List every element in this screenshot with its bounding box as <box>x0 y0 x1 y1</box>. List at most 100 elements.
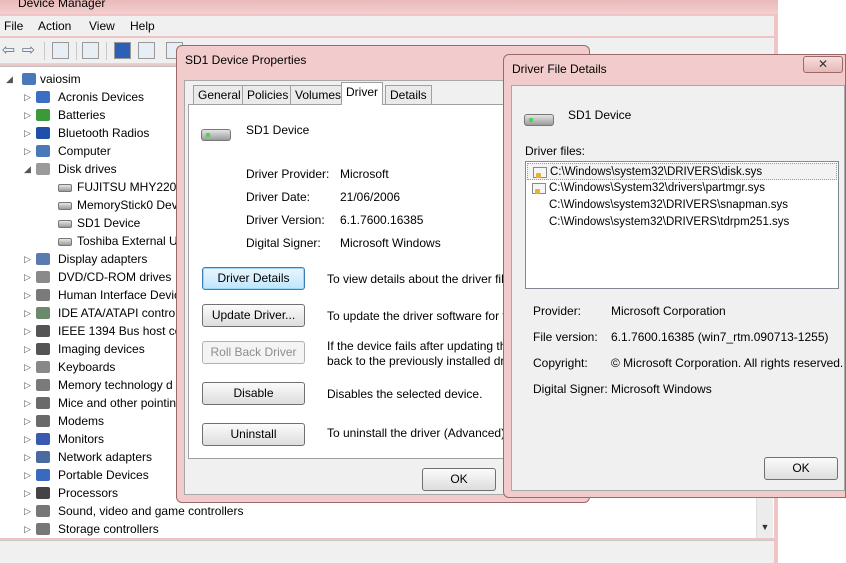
file-path: C:\Windows\system32\DRIVERS\tdrpm251.sys <box>549 216 790 228</box>
menu-action[interactable]: Action <box>38 19 71 33</box>
tree-category-label: Keyboards <box>58 360 116 374</box>
digital-signer-value: Microsoft Windows <box>340 236 441 250</box>
close-icon[interactable]: ✕ <box>803 56 843 73</box>
expand-arrow-icon[interactable]: ▷ <box>24 304 34 322</box>
uninstall-button[interactable]: Uninstall <box>202 423 305 446</box>
tab-general[interactable]: General <box>193 85 246 104</box>
ieee1394-icon <box>36 325 50 337</box>
dialog-title: Driver File Details <box>512 62 607 76</box>
expand-arrow-icon[interactable]: ▷ <box>24 250 34 268</box>
expand-arrow-icon[interactable]: ▷ <box>24 376 34 394</box>
status-bar <box>0 540 774 563</box>
expand-arrow-icon[interactable]: ▷ <box>24 322 34 340</box>
portable-device-icon <box>36 469 50 481</box>
file-path: C:\Windows\system32\DRIVERS\snapman.sys <box>549 199 789 211</box>
disable-button[interactable]: Disable <box>202 382 305 405</box>
menu-view[interactable]: View <box>89 19 115 33</box>
tree-device-label: Toshiba External U <box>77 234 178 248</box>
mouse-icon <box>36 397 50 409</box>
storage-controller-icon <box>36 523 50 535</box>
digital-signer-label: Digital Signer: <box>246 236 321 250</box>
roll-back-driver-button[interactable]: Roll Back Driver <box>202 341 305 364</box>
expand-arrow-icon[interactable]: ▷ <box>24 502 34 520</box>
tab-driver[interactable]: Driver <box>341 82 383 105</box>
ok-button[interactable]: OK <box>422 468 496 491</box>
expand-arrow-icon[interactable]: ▷ <box>24 88 34 106</box>
tree-category-label: Sound, video and game controllers <box>58 504 244 518</box>
modem-icon <box>36 415 50 427</box>
toolbar-separator <box>106 42 107 60</box>
expand-arrow-icon[interactable]: ▷ <box>24 484 34 502</box>
expand-arrow-icon[interactable]: ▷ <box>24 430 34 448</box>
copyright-label: Copyright: <box>533 356 588 370</box>
tree-category-label: DVD/CD-ROM drives <box>58 270 172 284</box>
update-driver-button[interactable]: Update Driver... <box>202 304 305 327</box>
tree-category-label: Network adapters <box>58 450 153 464</box>
file-row[interactable]: C:\Windows\System32\drivers\partmgr.sys <box>527 180 837 197</box>
bluetooth-icon <box>36 127 50 139</box>
camera-icon <box>36 343 50 355</box>
show-hide-console-tree-icon[interactable] <box>52 42 69 59</box>
menu-help[interactable]: Help <box>130 19 155 33</box>
tree-category-label: Monitors <box>58 432 105 446</box>
digital-signer-label: Digital Signer: <box>533 382 608 396</box>
battery-icon <box>36 109 50 121</box>
disk-drive-icon <box>36 163 50 175</box>
properties-icon[interactable] <box>82 42 99 59</box>
expand-arrow-icon[interactable]: ▷ <box>24 268 34 286</box>
tree-category-label: Processors <box>58 486 119 500</box>
file-row[interactable]: C:\Windows\system32\DRIVERS\snapman.sys <box>527 197 837 214</box>
tree-category-label: Bluetooth Radios <box>58 126 150 140</box>
expand-arrow-icon[interactable]: ▷ <box>24 142 34 160</box>
dialog-body: SD1 Device Driver files: C:\Windows\syst… <box>511 85 845 491</box>
back-arrow-icon[interactable]: ⇦ <box>0 42 17 59</box>
file-version-label: File version: <box>533 330 598 344</box>
tab-details[interactable]: Details <box>385 85 432 104</box>
tree-category-label: Acronis Devices <box>58 90 145 104</box>
tree-category-label: IDE ATA/ATAPI contro <box>58 306 176 320</box>
driver-details-button[interactable]: Driver Details <box>202 267 305 290</box>
title-bar: Device Manager <box>0 0 778 14</box>
display-adapter-icon <box>36 253 50 265</box>
processor-icon <box>36 487 50 499</box>
driver-files-list[interactable]: C:\Windows\system32\DRIVERS\disk.sys C:\… <box>525 161 839 289</box>
forward-arrow-icon[interactable]: ⇨ <box>20 42 37 59</box>
network-adapter-icon <box>36 451 50 463</box>
expand-arrow-icon[interactable]: ▷ <box>24 358 34 376</box>
ok-button[interactable]: OK <box>764 457 838 480</box>
expand-arrow-icon[interactable]: ▷ <box>24 394 34 412</box>
acronis-icon <box>36 91 50 103</box>
expand-arrow-icon[interactable]: ▷ <box>24 412 34 430</box>
disk-drive-icon <box>58 184 72 192</box>
expand-arrow-icon[interactable]: ▷ <box>24 106 34 124</box>
signed-file-icon <box>532 183 546 194</box>
copyright-value: © Microsoft Corporation. All rights rese… <box>611 356 844 370</box>
toolbar-separator <box>76 42 77 60</box>
collapse-arrow-icon[interactable]: ◢ <box>6 70 16 88</box>
expand-arrow-icon[interactable]: ▷ <box>24 340 34 358</box>
computer-icon <box>22 73 36 85</box>
driver-version-value: 6.1.7600.16385 <box>340 213 424 227</box>
expand-arrow-icon[interactable]: ▷ <box>24 520 34 538</box>
expand-arrow-icon[interactable]: ▷ <box>24 448 34 466</box>
toolbar-separator <box>44 42 45 60</box>
scroll-down-arrow-icon[interactable]: ▼ <box>757 522 773 536</box>
tree-root-label: vaiosim <box>40 72 81 86</box>
action-pane-icon[interactable] <box>138 42 155 59</box>
menu-file[interactable]: File <box>4 19 23 33</box>
tree-device-label: FUJITSU MHY2200E <box>77 180 192 194</box>
expand-arrow-icon[interactable]: ▷ <box>24 466 34 484</box>
collapse-arrow-icon[interactable]: ◢ <box>24 160 34 178</box>
tab-policies[interactable]: Policies <box>242 85 294 104</box>
tree-category-label: Display adapters <box>58 252 148 266</box>
provider-value: Microsoft Corporation <box>611 304 726 318</box>
driver-date-value: 21/06/2006 <box>340 190 401 204</box>
tree-category-label: Portable Devices <box>58 468 149 482</box>
expand-arrow-icon[interactable]: ▷ <box>24 286 34 304</box>
tree-category-label: Memory technology d <box>58 378 173 392</box>
file-row[interactable]: C:\Windows\system32\DRIVERS\disk.sys <box>527 163 837 180</box>
expand-arrow-icon[interactable]: ▷ <box>24 124 34 142</box>
file-row[interactable]: C:\Windows\system32\DRIVERS\tdrpm251.sys <box>527 214 837 231</box>
tab-volumes[interactable]: Volumes <box>290 85 347 104</box>
help-icon[interactable] <box>114 42 131 59</box>
